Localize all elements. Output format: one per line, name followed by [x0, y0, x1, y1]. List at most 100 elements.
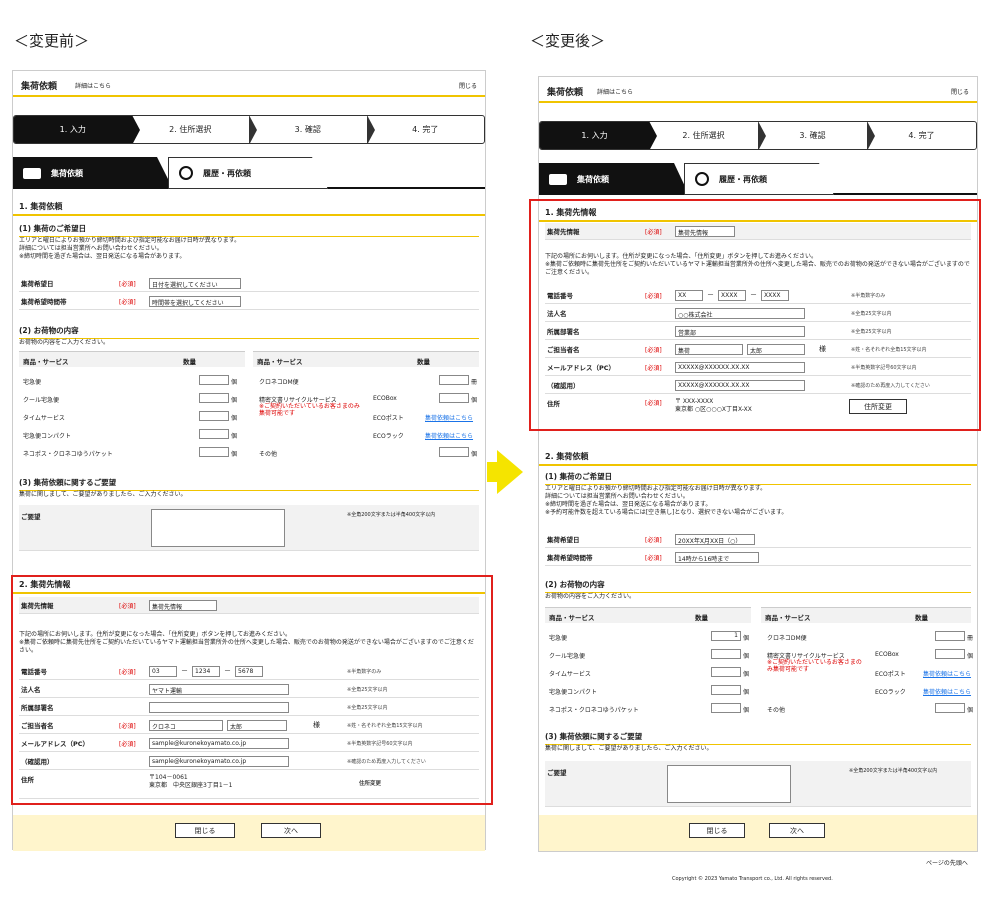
- step-confirm: 3. 確認: [249, 116, 374, 143]
- history-icon: [179, 166, 193, 180]
- tab-history[interactable]: 履歴・再依頼: [684, 163, 834, 195]
- next-button[interactable]: 次へ: [261, 823, 321, 838]
- highlight-after: [529, 199, 981, 431]
- items-title: (2) お荷物の内容: [545, 579, 971, 593]
- list-item: タイムサービス: [549, 671, 591, 678]
- list-item: その他: [767, 707, 786, 714]
- close-link[interactable]: 閉じる: [951, 87, 969, 96]
- page-top-link[interactable]: ページの先頭へ: [926, 858, 968, 867]
- step-complete: 4. 完了: [412, 125, 439, 134]
- step-address: 2. 住所選択: [649, 122, 766, 149]
- eco-rack-link[interactable]: 集荷依頼はこちら: [425, 431, 473, 440]
- qty-input[interactable]: [199, 375, 229, 385]
- qty-input[interactable]: [199, 429, 229, 439]
- caption-after: ＜変更後＞: [530, 32, 606, 50]
- items-table-left-head: 商品・サービス 数量: [545, 607, 751, 623]
- wish-text: エリアと曜日によりお預かり締切時間および指定可能なお届け日時が異なります。 詳細に…: [545, 485, 788, 516]
- tab-history[interactable]: 履歴・再依頼: [168, 157, 328, 189]
- items-text: お荷物の内容をご入力ください。: [19, 339, 110, 346]
- wish-title: (1) 集荷のご希望日: [19, 223, 479, 237]
- qty-input[interactable]: [199, 447, 229, 457]
- qty-input[interactable]: [935, 703, 965, 713]
- row-pickup-date: 集荷希望日 [必須] 日付を選択してください: [19, 275, 479, 292]
- close-button[interactable]: 閉じる: [689, 823, 745, 838]
- step-complete: 4. 完了: [908, 131, 935, 140]
- qty-input[interactable]: 1: [711, 631, 741, 641]
- notes-text: 集荷に関しまして、ご要望がありましたら、ご入力ください。: [19, 491, 187, 498]
- caption-before: ＜変更前＞: [14, 32, 90, 50]
- qty-input[interactable]: [439, 447, 469, 457]
- wish-title: (1) 集荷のご希望日: [545, 471, 971, 485]
- items-table-right-head: 商品・サービス 数量: [761, 607, 971, 623]
- qty-input[interactable]: [711, 685, 741, 695]
- eco-post-link[interactable]: 集荷依頼はこちら: [923, 669, 971, 678]
- dialog-title: 集荷依頼: [21, 82, 58, 92]
- step-address: 2. 住所選択: [132, 116, 257, 143]
- items-text: お荷物の内容をご入力ください。: [545, 593, 636, 600]
- eco-rack-link[interactable]: 集荷依頼はこちら: [923, 687, 971, 696]
- dialog-header: 集荷依頼 詳細はこちら 閉じる: [13, 71, 485, 97]
- panel-after: 集荷依頼 詳細はこちら 閉じる 1. 入力 2. 住所選択 3. 確認 4. 完…: [529, 76, 981, 852]
- close-button[interactable]: 閉じる: [175, 823, 235, 838]
- next-button[interactable]: 次へ: [769, 823, 825, 838]
- notes-hint: ※全角200文字または半角400文字以内: [347, 512, 436, 518]
- items-table-right-head: 商品・サービス 数量: [253, 351, 479, 367]
- section-request-title: 1. 集荷依頼: [13, 199, 485, 216]
- list-item: クール宅急便: [549, 653, 586, 660]
- step-input: 1. 入力: [540, 122, 657, 149]
- eco-post-link[interactable]: 集荷依頼はこちら: [425, 413, 473, 422]
- step-input: 1. 入力: [14, 116, 139, 143]
- notes-textarea[interactable]: [151, 509, 285, 547]
- tab-bar: 集荷依頼 履歴・再依頼: [13, 157, 485, 189]
- list-item: クロネコDM便: [767, 635, 807, 642]
- notes-title: (3) 集荷依頼に関するご要望: [19, 477, 479, 491]
- items-title: (2) お荷物の内容: [19, 325, 479, 339]
- detail-link[interactable]: 詳細はこちら: [597, 87, 633, 96]
- notes-text: 集荷に関しまして、ご要望がありましたら、ご入力ください。: [545, 745, 713, 752]
- footer-bar: 閉じる 次へ: [13, 815, 485, 851]
- highlight-before: [11, 575, 493, 805]
- notes-textarea[interactable]: [667, 765, 791, 803]
- qty-input[interactable]: [199, 411, 229, 421]
- contract-notice: ※ご契約いただいているお客さまのみ集荷可能です: [259, 403, 360, 417]
- items-table-left-head: 商品・サービス 数量: [19, 351, 245, 367]
- arrow-right-icon: [497, 450, 523, 494]
- tab-request[interactable]: 集荷依頼: [539, 163, 689, 195]
- notes-title: (3) 集荷依頼に関するご要望: [545, 731, 971, 745]
- date-select[interactable]: 日付を選択してください: [149, 277, 241, 289]
- list-item: クロネコDM便: [259, 379, 299, 386]
- contract-notice: ※ご契約いただいているお客さまのみ集荷可能です: [767, 659, 862, 673]
- list-item: 宅急便: [549, 635, 568, 642]
- qty-input[interactable]: [439, 375, 469, 385]
- list-item: タイムサービス: [23, 415, 65, 422]
- qty-input[interactable]: [711, 667, 741, 677]
- step-confirm: 3. 確認: [758, 122, 875, 149]
- row-pickup-time: 集荷希望時間帯 [必須] 時間帯を選択してください: [19, 293, 479, 310]
- list-item: クール宅急便: [23, 397, 60, 404]
- qty-input[interactable]: [439, 393, 469, 403]
- qty-input[interactable]: [199, 393, 229, 403]
- panel-before: 集荷依頼 詳細はこちら 閉じる 1. 入力 2. 住所選択 3. 確認 4. 完…: [11, 70, 493, 851]
- list-item: 宅急便コンパクト: [23, 433, 72, 440]
- list-item: 宅急便: [23, 379, 42, 386]
- detail-link[interactable]: 詳細はこちら: [75, 81, 111, 90]
- dialog-header: 集荷依頼 詳細はこちら 閉じる: [539, 77, 977, 103]
- copyright: Copyright © 2023 Yamato Transport co., L…: [672, 876, 833, 882]
- qty-input[interactable]: [711, 649, 741, 659]
- time-select[interactable]: 時間帯を選択してください: [149, 295, 241, 307]
- notes-hint: ※全角200文字または半角400文字以内: [849, 768, 938, 774]
- close-link[interactable]: 閉じる: [459, 81, 477, 90]
- qty-input[interactable]: [711, 703, 741, 713]
- time-select[interactable]: 14時から16時まで: [675, 551, 759, 563]
- tab-request[interactable]: 集荷依頼: [13, 157, 173, 189]
- wish-text: エリアと曜日によりお預かり締切時間および指定可能なお届け日時が異なります。 詳細に…: [19, 237, 241, 260]
- tab-bar: 集荷依頼 履歴・再依頼: [539, 163, 977, 195]
- row-pickup-time: 集荷希望時間帯 [必須] 14時から16時まで: [545, 549, 971, 566]
- list-item: ネコポス・クロネコゆうパケット: [23, 451, 113, 458]
- list-item: その他: [259, 451, 278, 458]
- step-indicator: 1. 入力 2. 住所選択 3. 確認 4. 完了: [13, 115, 485, 144]
- date-select[interactable]: 20XX年X月XX日（○）: [675, 533, 755, 545]
- qty-input[interactable]: [935, 649, 965, 659]
- qty-input[interactable]: [935, 631, 965, 641]
- list-item: 宅急便コンパクト: [549, 689, 598, 696]
